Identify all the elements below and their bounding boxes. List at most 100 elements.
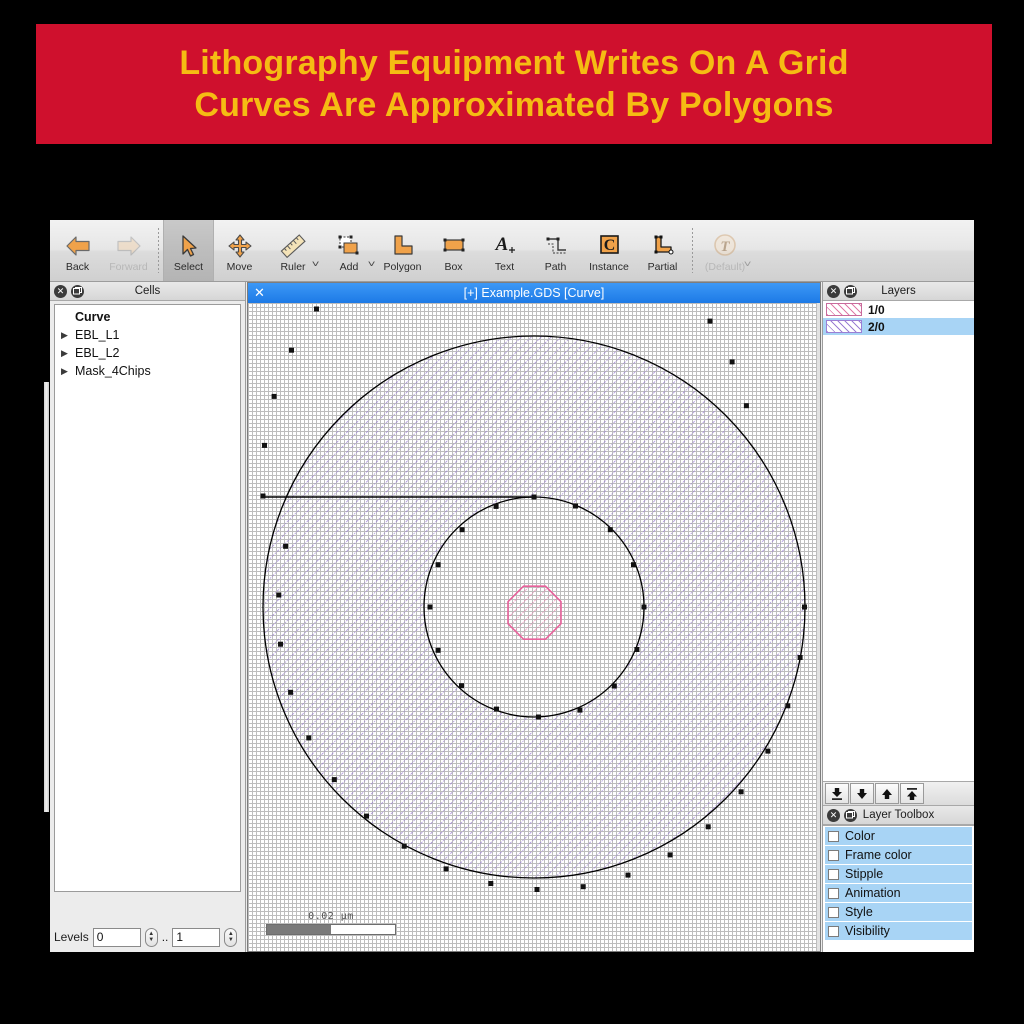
toolbar-label-select: Select xyxy=(173,260,204,273)
layer-toolbox-item-visibility[interactable]: Visibility xyxy=(825,922,972,940)
toolbar-label-path: Path xyxy=(544,260,567,273)
chevron-down-icon[interactable]: ˅ xyxy=(311,259,319,269)
layer-swatch-icon[interactable] xyxy=(826,320,862,333)
layer-toolbox-list[interactable]: Color Frame color Stipple Animation Styl… xyxy=(823,825,974,952)
move-up-icon[interactable] xyxy=(875,783,899,804)
move-down-icon[interactable] xyxy=(850,783,874,804)
layer-toolbox-item-frame-color[interactable]: Frame color xyxy=(825,846,972,864)
toolbar-button-path[interactable]: Path xyxy=(530,220,581,281)
toolbar-button-add[interactable]: Add ˅ xyxy=(321,220,377,281)
canvas-title-bar: ✕ [+] Example.GDS [Curve] xyxy=(248,283,820,303)
toolbar-label-partial: Partial xyxy=(647,260,678,273)
layer-order-buttons xyxy=(823,782,974,806)
toolbar-button-instance[interactable]: C Instance xyxy=(581,220,637,281)
toolbar-separator-2 xyxy=(692,228,693,273)
layer-toolbox-item-animation[interactable]: Animation xyxy=(825,884,972,902)
layer-swatch-icon[interactable] xyxy=(826,303,862,316)
toolbar-label-text: Text xyxy=(494,260,515,273)
levels-from-stepper[interactable]: ▲ ▼ xyxy=(144,927,158,947)
levels-to-input[interactable]: 1 xyxy=(172,927,221,947)
layer-row-1-0[interactable]: 1/0 xyxy=(823,301,974,318)
undock-icon[interactable] xyxy=(844,284,857,298)
layer-toolbox-item-color[interactable]: Color xyxy=(825,827,972,845)
layers-list[interactable]: 1/0 2/0 xyxy=(823,301,974,782)
layers-panel-header: ✕ Layers xyxy=(823,282,974,301)
toolbar-label-move: Move xyxy=(226,260,253,273)
arrow-right-icon xyxy=(115,231,143,259)
toolbar-label-back: Back xyxy=(65,260,90,273)
canvas-vertical-scrollbar[interactable] xyxy=(817,303,820,951)
main-toolbar: Back Forward Select Move Ruler ˅ Add ˅ P… xyxy=(50,220,974,282)
cells-tree-item-ebl-l1[interactable]: ▶ EBL_L1 xyxy=(55,326,240,344)
scale-bar-fill xyxy=(267,925,331,934)
cells-tree-item-curve[interactable]: Curve xyxy=(55,308,240,326)
drawing-area[interactable]: 0.02 µm xyxy=(248,303,820,951)
toolbar-button-technology[interactable]: T (Default) ˅ xyxy=(697,220,753,281)
cells-tree-label: Mask_4Chips xyxy=(75,364,151,378)
undock-icon[interactable] xyxy=(844,808,857,822)
cells-panel: ✕ Cells Curve ▶ EBL_L1 ▶ EBL_L2 ▶ Mask_4… xyxy=(44,282,246,952)
cells-tree-label: EBL_L2 xyxy=(75,346,120,360)
levels-separator: .. xyxy=(161,930,169,944)
toolbar-button-select[interactable]: Select xyxy=(163,220,214,281)
toolbar-button-partial[interactable]: Partial xyxy=(637,220,688,281)
cells-tree[interactable]: Curve ▶ EBL_L1 ▶ EBL_L2 ▶ Mask_4Chips xyxy=(54,304,241,892)
close-icon[interactable]: ✕ xyxy=(54,284,67,298)
checkbox-icon[interactable] xyxy=(828,906,839,918)
layer-row-2-0[interactable]: 2/0 xyxy=(823,318,974,335)
layer-toolbox-label: Style xyxy=(845,905,873,919)
move-to-top-icon[interactable] xyxy=(900,783,924,804)
layout-shapes xyxy=(248,303,820,951)
banner-line-2: Curves Are Approximated By Polygons xyxy=(194,86,834,124)
checkbox-icon[interactable] xyxy=(828,868,839,880)
toolbar-button-move[interactable]: Move xyxy=(214,220,265,281)
application-window: Back Forward Select Move Ruler ˅ Add ˅ P… xyxy=(44,220,974,952)
chevron-down-icon[interactable]: ˅ xyxy=(367,259,375,269)
toolbar-button-box[interactable]: Box xyxy=(428,220,479,281)
scale-bar: 0.02 µm xyxy=(266,911,396,935)
svg-text:A: A xyxy=(494,234,508,255)
scale-bar-gauge xyxy=(266,924,396,935)
checkbox-icon[interactable] xyxy=(828,849,839,861)
svg-text:C: C xyxy=(604,237,616,254)
checkbox-icon[interactable] xyxy=(828,830,839,842)
close-icon[interactable]: ✕ xyxy=(827,284,840,298)
close-icon[interactable]: ✕ xyxy=(827,808,840,822)
toolbar-label-add: Add xyxy=(339,260,359,273)
layer-toolbox-label: Visibility xyxy=(845,924,890,938)
svg-text:T: T xyxy=(720,239,730,255)
chevron-down-icon[interactable]: ˅ xyxy=(743,259,751,269)
cells-tree-label: EBL_L1 xyxy=(75,328,120,342)
checkbox-icon[interactable] xyxy=(828,925,839,937)
close-icon[interactable]: ✕ xyxy=(254,283,265,303)
expand-triangle-icon[interactable]: ▶ xyxy=(61,348,75,359)
layer-toolbox-item-style[interactable]: Style xyxy=(825,903,972,921)
scale-bar-label: 0.02 µm xyxy=(308,911,354,922)
expand-triangle-icon[interactable]: ▶ xyxy=(61,366,75,377)
layer-toolbox-item-stipple[interactable]: Stipple xyxy=(825,865,972,883)
toolbar-label-box: Box xyxy=(444,260,463,273)
layer-name: 2/0 xyxy=(868,319,885,334)
undock-icon[interactable] xyxy=(71,284,84,298)
layer-toolbox-label: Stipple xyxy=(845,867,884,881)
polygon-icon xyxy=(389,231,417,259)
levels-from-input[interactable]: 0 xyxy=(92,927,141,947)
cells-tree-item-ebl-l2[interactable]: ▶ EBL_L2 xyxy=(55,344,240,362)
checkbox-icon[interactable] xyxy=(828,887,839,899)
levels-to-stepper[interactable]: ▲ ▼ xyxy=(224,927,238,947)
levels-label: Levels xyxy=(54,930,89,944)
partial-icon xyxy=(649,231,677,259)
toolbar-label-ruler: Ruler xyxy=(280,260,306,273)
expand-triangle-icon[interactable]: ▶ xyxy=(61,330,75,341)
toolbar-button-forward[interactable]: Forward xyxy=(103,220,154,281)
octagon-shape[interactable] xyxy=(507,585,562,641)
toolbar-button-polygon[interactable]: Polygon xyxy=(377,220,428,281)
cells-tree-item-mask-4chips[interactable]: ▶ Mask_4Chips xyxy=(55,362,240,380)
move-to-bottom-icon[interactable] xyxy=(825,783,849,804)
box-icon xyxy=(440,231,468,259)
panel-splitter-handle[interactable] xyxy=(44,382,49,812)
toolbar-button-text[interactable]: A Text xyxy=(479,220,530,281)
title-banner: Lithography Equipment Writes On A Grid C… xyxy=(36,24,992,144)
toolbar-button-back[interactable]: Back xyxy=(52,220,103,281)
toolbar-button-ruler[interactable]: Ruler ˅ xyxy=(265,220,321,281)
